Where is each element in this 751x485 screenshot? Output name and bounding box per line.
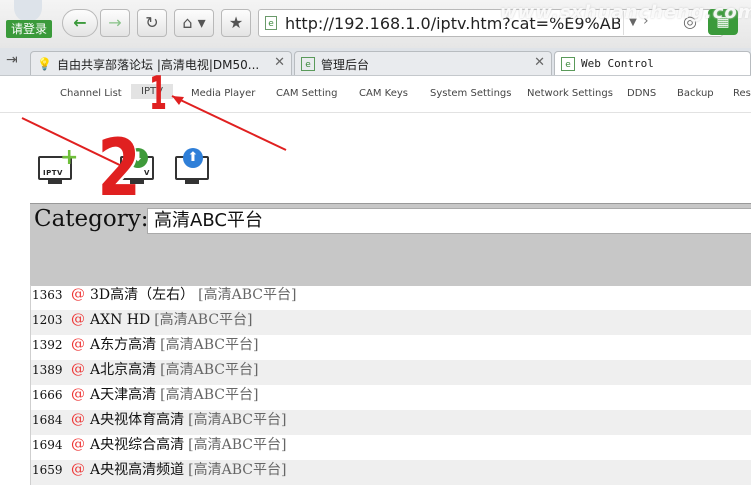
channel-list: 1363 @ 3D高清（左右） [高清ABC平台] 1203 @ AXN HD [高… (30, 285, 751, 485)
at-icon[interactable]: @ (71, 459, 85, 479)
channel-name[interactable]: A央视体育高清 [高清ABC平台] (90, 410, 286, 430)
annotation-number-1: 1 (149, 66, 167, 120)
channel-category: [高清ABC平台] (188, 462, 287, 478)
channel-id: 1659 (32, 463, 63, 477)
channel-name-text: A央视体育高清 (90, 412, 185, 428)
channel-name-text: A北京高清 (90, 362, 157, 378)
list-item[interactable]: 1363 @ 3D高清（左右） [高清ABC平台] (31, 285, 751, 310)
list-item[interactable]: 1666 @ A天津高清 [高清ABC平台] (31, 385, 751, 410)
channel-category: [高清ABC平台] (198, 287, 297, 303)
channel-name-text: A东方高清 (90, 337, 157, 353)
channel-category: [高清ABC平台] (160, 387, 259, 403)
list-item[interactable]: 1659 @ A央视高清频道 [高清ABC平台] (31, 460, 751, 485)
channel-name-text: A央视综合高清 (90, 437, 185, 453)
channel-id: 1363 (32, 288, 63, 302)
channel-category: [高清ABC平台] (160, 337, 259, 353)
category-panel: Category: 高清ABC平台 (30, 203, 751, 286)
channel-name-text: A天津高清 (90, 387, 157, 403)
list-item[interactable]: 1203 @ AXN HD [高清ABC平台] (31, 310, 751, 335)
channel-id: 1389 (32, 363, 63, 377)
list-item[interactable]: 1392 @ A东方高清 [高清ABC平台] (31, 335, 751, 360)
channel-id: 1203 (32, 313, 63, 327)
channel-name[interactable]: AXN HD [高清ABC平台] (90, 310, 253, 330)
annotation-number-2: 2 (97, 124, 141, 214)
at-icon[interactable]: @ (71, 359, 85, 379)
channel-id: 1392 (32, 338, 63, 352)
channel-id: 1666 (32, 388, 63, 402)
channel-name-text: A央视高清频道 (90, 462, 185, 478)
list-item[interactable]: 1684 @ A央视体育高清 [高清ABC平台] (31, 410, 751, 435)
channel-name[interactable]: A天津高清 [高清ABC平台] (90, 385, 258, 405)
channel-id: 1684 (32, 413, 63, 427)
at-icon[interactable]: @ (71, 434, 85, 454)
at-icon[interactable]: @ (71, 384, 85, 404)
category-select[interactable]: 高清ABC平台 (147, 208, 751, 234)
at-icon[interactable]: @ (71, 284, 85, 304)
channel-category: [高清ABC平台] (188, 437, 287, 453)
at-icon[interactable]: @ (71, 309, 85, 329)
list-item[interactable]: 1694 @ A央视综合高清 [高清ABC平台] (31, 435, 751, 460)
channel-name[interactable]: A央视高清频道 [高清ABC平台] (90, 460, 286, 480)
channel-name[interactable]: A北京高清 [高清ABC平台] (90, 360, 258, 380)
channel-id: 1694 (32, 438, 63, 452)
channel-category: [高清ABC平台] (160, 362, 259, 378)
channel-category: [高清ABC平台] (154, 312, 253, 328)
channel-name-text: 3D高清（左右） (90, 287, 195, 303)
annotation-arrow-1 (171, 95, 287, 151)
channel-name[interactable]: A东方高清 [高清ABC平台] (90, 335, 258, 355)
at-icon[interactable]: @ (71, 409, 85, 429)
list-item[interactable]: 1389 @ A北京高清 [高清ABC平台] (31, 360, 751, 385)
channel-name-text: AXN HD (90, 312, 151, 328)
channel-name[interactable]: A央视综合高清 [高清ABC平台] (90, 435, 286, 455)
channel-category: [高清ABC平台] (188, 412, 287, 428)
at-icon[interactable]: @ (71, 334, 85, 354)
channel-name[interactable]: 3D高清（左右） [高清ABC平台] (90, 285, 296, 305)
category-label: Category: (34, 206, 149, 232)
